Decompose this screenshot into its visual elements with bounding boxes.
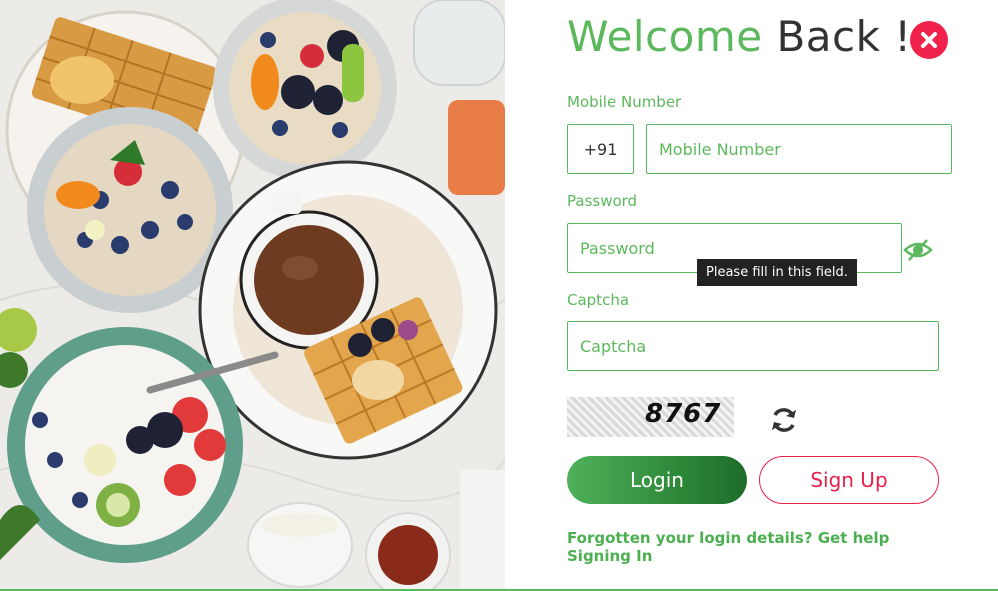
mobile-input[interactable]	[659, 139, 939, 159]
close-icon	[921, 32, 937, 48]
captcha-field[interactable]	[567, 321, 939, 371]
title-back: Back !	[776, 12, 912, 61]
login-form: Welcome Back ! Mobile Number +91 Passwor…	[505, 0, 998, 591]
title-welcome: Welcome	[567, 12, 763, 61]
mobile-field[interactable]	[646, 124, 952, 174]
close-button[interactable]	[910, 21, 948, 59]
validation-tooltip: Please fill in this field.	[697, 259, 857, 286]
captcha-image: 8767	[567, 397, 734, 437]
captcha-input[interactable]	[580, 336, 926, 356]
country-code: +91	[583, 139, 618, 159]
food-hero-image	[0, 0, 505, 591]
captcha-label: Captcha	[567, 291, 630, 309]
signup-button[interactable]: Sign Up	[759, 456, 939, 504]
password-input[interactable]	[580, 238, 889, 258]
mobile-label: Mobile Number	[567, 93, 682, 111]
help-signing-in-link[interactable]: Forgotten your login details? Get help S…	[567, 529, 957, 565]
captcha-code: 8767	[645, 399, 722, 429]
page-title: Welcome Back !	[567, 12, 912, 61]
password-label: Password	[567, 192, 638, 210]
eye-toggle-icon[interactable]	[903, 237, 933, 263]
country-code-field[interactable]: +91	[567, 124, 634, 174]
refresh-icon[interactable]	[769, 405, 799, 435]
food-illustration	[0, 0, 505, 591]
login-button[interactable]: Login	[567, 456, 747, 504]
